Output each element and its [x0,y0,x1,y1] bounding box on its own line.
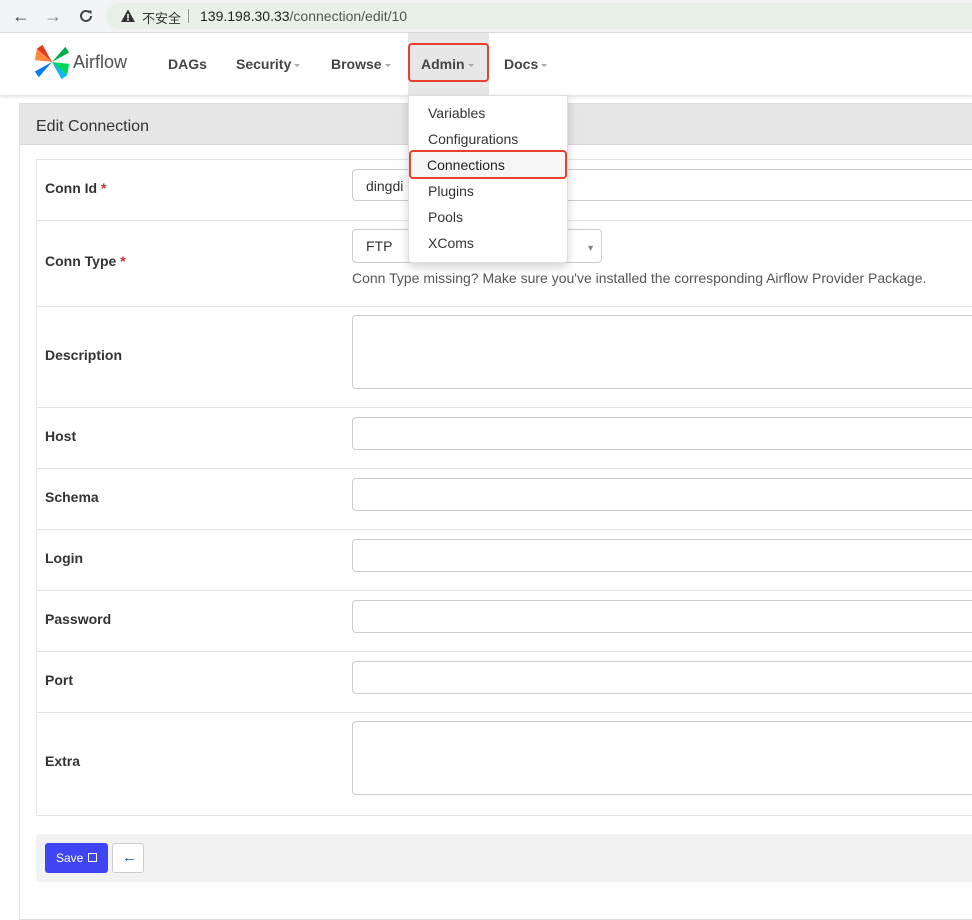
brand-name[interactable]: Airflow [73,52,127,73]
required-marker: * [101,180,107,196]
chevron-down-icon [541,63,548,67]
required-marker: * [120,253,126,269]
arrow-left-icon: ← [122,849,137,866]
row-divider [36,306,972,307]
address-bar[interactable]: 不安全 139.198.30.33/connection/edit/10 [106,3,972,29]
admin-dropdown-menu: Variables Configurations Plugins Pools X… [408,95,568,263]
schema-input[interactable] [352,478,972,511]
menu-item-configurations[interactable]: Configurations [428,131,518,147]
row-divider [36,651,972,652]
port-label: Port [45,672,73,688]
security-label: 不安全 [142,11,182,26]
host-input[interactable] [352,417,972,450]
row-divider [36,407,972,408]
conn-id-label-text: Conn Id [45,180,98,196]
form-actions [36,834,972,882]
conn-type-help: Conn Type missing? Make sure you've inst… [352,270,927,286]
description-textarea[interactable] [352,315,972,389]
row-divider [36,468,972,469]
menu-item-variables[interactable]: Variables [428,105,485,121]
extra-label: Extra [45,753,81,769]
browser-toolbar: ← → 不安全 139.198.30.33/connection/edit/10 [0,0,972,33]
menu-item-pools[interactable]: Pools [428,209,463,225]
airflow-logo-icon[interactable] [33,43,71,81]
save-label: Save [56,851,84,865]
nav-browse-label: Browse [331,56,382,72]
password-label: Password [45,611,112,627]
row-divider [36,590,972,591]
login-label: Login [45,550,84,566]
menu-item-plugins[interactable]: Plugins [428,183,474,199]
conn-type-label-text: Conn Type [45,253,117,269]
conn-type-value: FTP [366,238,393,254]
chevron-down-icon [384,63,391,67]
description-label: Description [45,347,123,363]
extra-textarea[interactable] [352,721,972,795]
url-text[interactable]: 139.198.30.33/connection/edit/10 [200,8,407,24]
save-button[interactable]: Save [45,843,108,873]
back-arrow-icon[interactable]: ← [10,5,32,27]
nav-docs-label: Docs [504,56,539,72]
password-input[interactable] [352,600,972,633]
nav-docs[interactable]: Docs [504,56,548,72]
floppy-disk-icon [88,853,97,862]
menu-item-connections[interactable]: Connections [427,157,505,173]
nav-security[interactable]: Security [236,56,301,72]
nav-security-label: Security [236,56,292,72]
divider [188,9,189,23]
nav-browse[interactable]: Browse [331,56,391,72]
admin-highlight-box [408,43,489,82]
nav-dags[interactable]: DAGs [168,56,207,72]
chevron-down-icon [294,63,301,67]
back-button[interactable]: ← [112,843,144,873]
conn-id-value: dingdi [366,178,404,194]
login-input[interactable] [352,539,972,572]
warning-icon [121,9,135,22]
menu-item-xcoms[interactable]: XComs [428,235,474,251]
row-divider [36,712,972,713]
chevron-down-icon: ▼ [586,243,595,253]
conn-id-label: Conn Id * [45,180,106,196]
row-divider [36,529,972,530]
schema-label: Schema [45,489,99,505]
url-path: /connection/edit/10 [289,8,408,24]
conn-type-label: Conn Type * [45,253,126,269]
url-host: 139.198.30.33 [200,8,290,24]
host-label: Host [45,428,77,444]
forward-arrow-icon[interactable]: → [42,5,64,27]
page-title: Edit Connection [36,118,149,135]
port-input[interactable] [352,661,972,694]
reload-icon[interactable] [75,5,97,27]
